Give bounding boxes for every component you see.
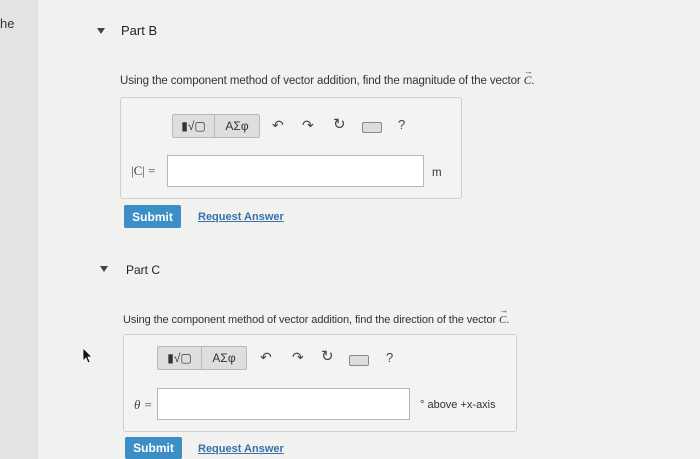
magnitude-input[interactable] <box>167 155 424 187</box>
vector-c-symbol: C <box>499 314 506 326</box>
collapse-caret-icon[interactable] <box>97 28 105 34</box>
left-fragment-text: he <box>0 16 15 31</box>
part-c-prompt-text: Using the component method of vector add… <box>123 314 500 326</box>
help-button[interactable]: ? <box>386 351 393 364</box>
symbols-button[interactable]: ΑΣφ <box>202 347 246 369</box>
direction-unit: ° above +x-axis <box>420 399 496 411</box>
direction-label: θ = <box>134 397 153 412</box>
part-b-request-answer-link[interactable]: Request Answer <box>198 211 284 223</box>
reset-icon[interactable]: ↻ <box>333 117 346 132</box>
part-b-submit-button[interactable]: Submit <box>124 205 181 228</box>
part-b-title[interactable]: Part B <box>121 23 157 38</box>
undo-icon[interactable]: ↶ <box>260 350 272 364</box>
mouse-cursor-icon <box>82 347 93 364</box>
templates-button[interactable]: ▮√▢ <box>173 115 215 137</box>
magnitude-label: |C| = <box>131 163 156 178</box>
undo-icon[interactable]: ↶ <box>272 118 284 132</box>
collapse-caret-icon[interactable] <box>100 266 108 272</box>
part-c-request-answer-link[interactable]: Request Answer <box>198 443 284 455</box>
symbols-button[interactable]: ΑΣφ <box>215 115 259 137</box>
redo-icon[interactable]: ↷ <box>292 350 304 364</box>
keyboard-icon[interactable] <box>362 122 382 133</box>
reset-icon[interactable]: ↻ <box>321 349 334 364</box>
keyboard-icon[interactable] <box>349 355 369 366</box>
help-button[interactable]: ? <box>398 118 405 131</box>
left-strip: he <box>0 0 38 459</box>
part-b-prompt-suffix: . <box>531 75 535 87</box>
direction-input[interactable] <box>157 388 410 420</box>
magnitude-unit: m <box>432 167 442 179</box>
part-b-prompt-text: Using the component method of vector add… <box>120 75 524 87</box>
part-c-prompt-suffix: . <box>506 314 510 326</box>
part-b-math-toolbar: ▮√▢ ΑΣφ <box>172 114 260 138</box>
part-c-title[interactable]: Part C <box>126 263 160 277</box>
part-b-prompt: Using the component method of vector add… <box>120 75 534 87</box>
part-c-submit-button[interactable]: Submit <box>125 437 182 459</box>
templates-button[interactable]: ▮√▢ <box>158 347 202 369</box>
part-c-prompt: Using the component method of vector add… <box>123 314 509 326</box>
part-c-math-toolbar: ▮√▢ ΑΣφ <box>157 346 247 370</box>
vector-c-symbol: C <box>524 75 532 87</box>
redo-icon[interactable]: ↷ <box>302 118 314 132</box>
